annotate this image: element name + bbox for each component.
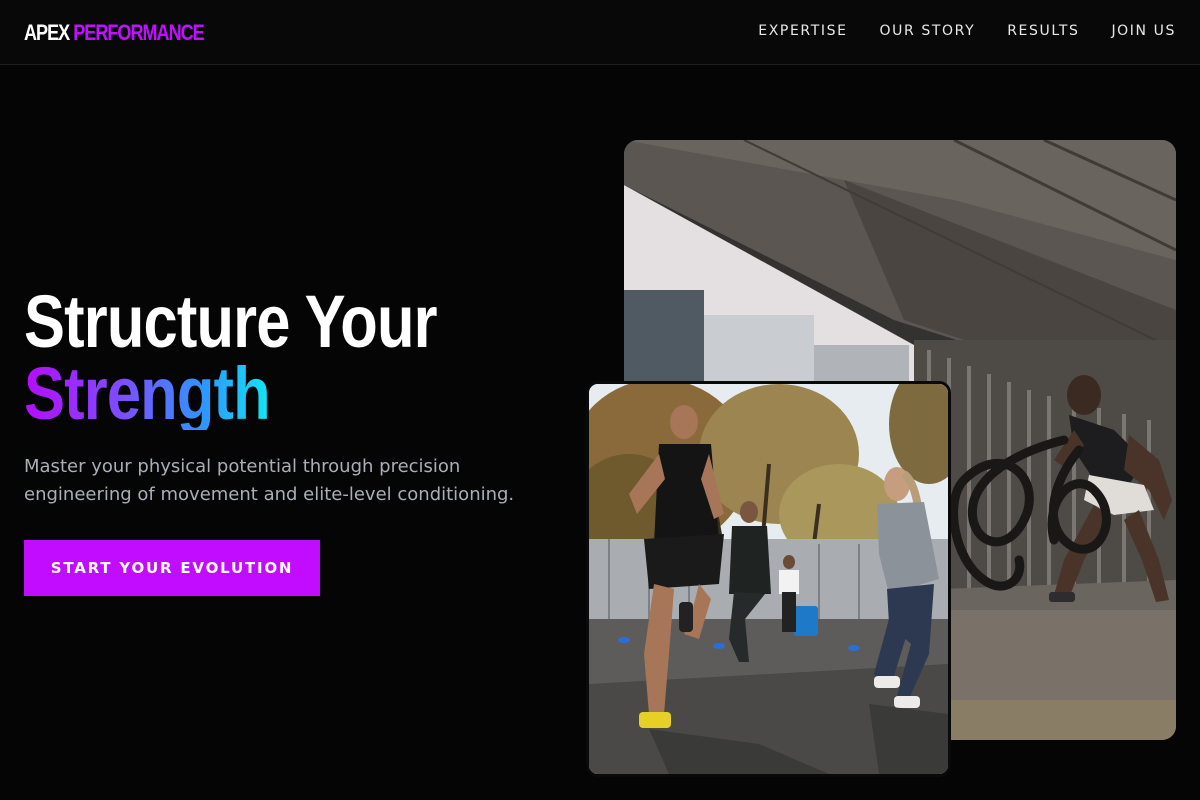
hero-title-line2: Strength xyxy=(24,352,271,435)
hero-title: Structure Your Strength xyxy=(24,280,438,435)
hero-subtitle: Master your physical potential through p… xyxy=(24,456,515,505)
group-training-photo xyxy=(586,381,951,777)
nav-item-results[interactable]: RESULTS xyxy=(1007,23,1079,39)
main-nav: EXPERTISE OUR STORY RESULTS JOIN US xyxy=(758,23,1176,39)
start-evolution-button[interactable]: START YOUR EVOLUTION xyxy=(24,540,320,596)
nav-item-expertise[interactable]: EXPERTISE xyxy=(758,23,847,39)
site-header: APEX PERFORMANCE EXPERTISE OUR STORY RES… xyxy=(0,0,1200,65)
brand-logo[interactable]: APEX PERFORMANCE xyxy=(24,20,205,46)
hero-title-line1: Structure Your xyxy=(24,280,438,363)
brand-name-primary: APEX xyxy=(24,20,70,45)
nav-item-our-story[interactable]: OUR STORY xyxy=(880,23,976,39)
nav-item-join-us[interactable]: JOIN US xyxy=(1111,23,1176,39)
brand-name-accent: PERFORMANCE xyxy=(73,20,204,45)
